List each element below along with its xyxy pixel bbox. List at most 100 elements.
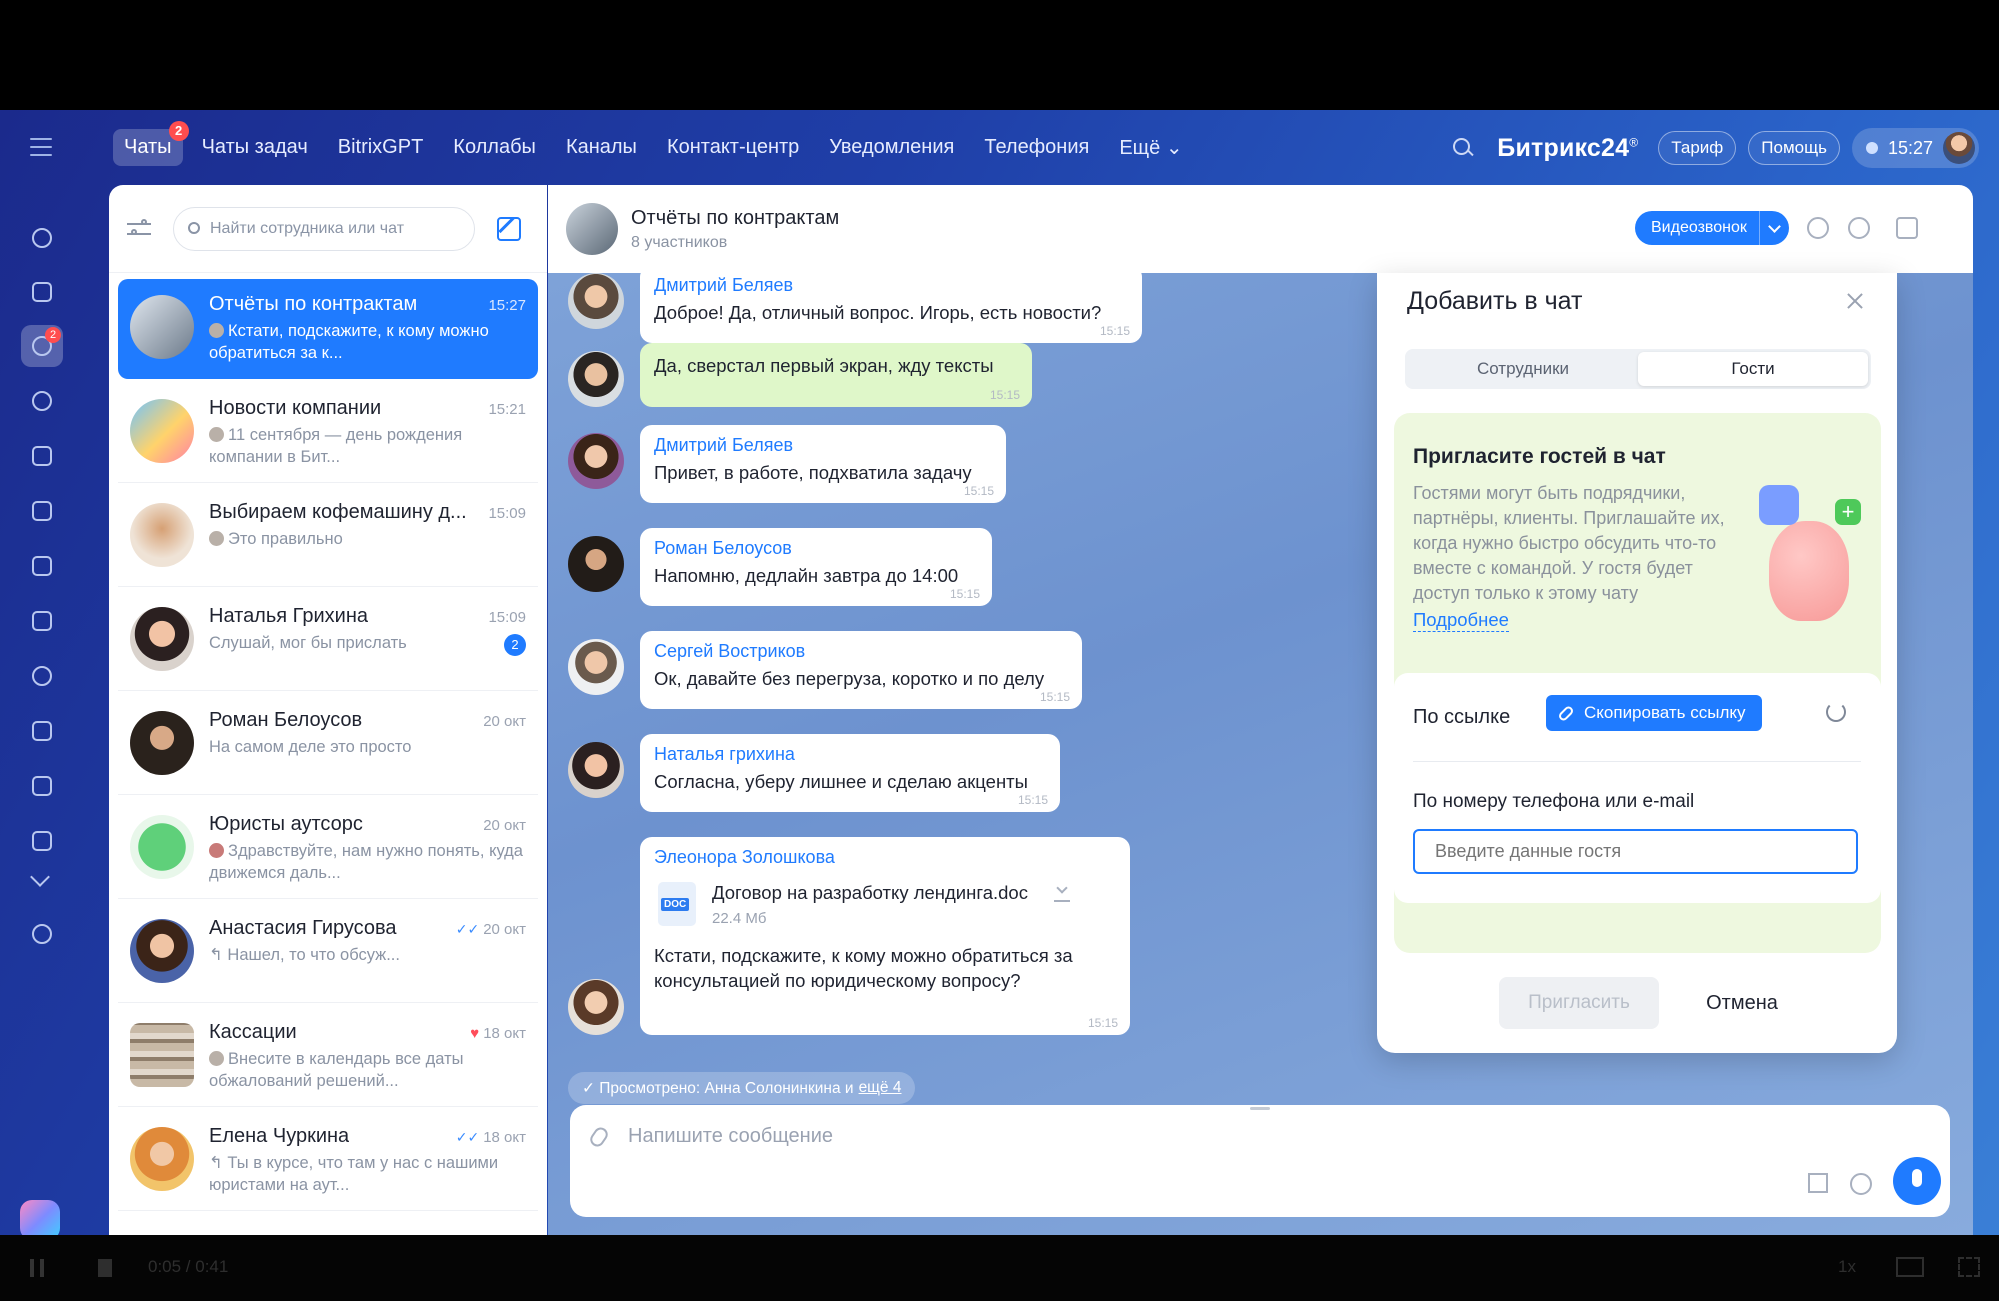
picture-in-picture-icon[interactable] [1896, 1257, 1924, 1277]
fullscreen-icon[interactable] [1958, 1257, 1980, 1277]
chat-item[interactable]: Кассации ♥ 18 окт Внесите в календарь все … [118, 1007, 538, 1107]
chat-item[interactable]: Наталья Грихина 15:09 2 Слушай, мог бы при… [118, 591, 538, 691]
attach-clip-icon[interactable] [587, 1124, 611, 1150]
message-avatar[interactable] [568, 639, 624, 695]
message-input[interactable]: Напишите сообщение [628, 1125, 833, 1148]
message-avatar[interactable] [568, 351, 624, 407]
tab-chats[interactable]: Чаты 2 [113, 120, 189, 166]
tab-employees[interactable]: Сотрудники [1408, 352, 1638, 386]
unread-badge: 2 [504, 634, 526, 656]
message-avatar[interactable] [568, 742, 624, 798]
copy-link-button[interactable]: Скопировать ссылку [1546, 695, 1762, 731]
playback-speed[interactable]: 1x [1838, 1257, 1856, 1277]
tab-telephony[interactable]: Телефония [973, 129, 1100, 166]
seen-more-link[interactable]: ещё 4 [859, 1079, 902, 1097]
tab-task-chats[interactable]: Чаты задач [191, 129, 319, 166]
message-avatar[interactable] [568, 433, 624, 489]
message-author[interactable]: Дмитрий Беляев [654, 275, 1128, 296]
tab-contact-center[interactable]: Контакт-центр [656, 129, 810, 166]
contacts-icon[interactable] [21, 655, 63, 697]
sign-icon[interactable] [21, 820, 63, 862]
sender-avatar [209, 843, 224, 858]
tasks-icon[interactable] [21, 271, 63, 313]
new-chat-icon[interactable] [497, 216, 521, 241]
drive-icon[interactable] [21, 545, 63, 587]
chat-item[interactable]: Анастасия Гирусова ✓✓ 20 окт ↰ Нашел, то ч… [118, 903, 538, 1003]
mail-icon[interactable] [21, 600, 63, 642]
chevron-down-icon[interactable] [1758, 211, 1789, 245]
chat-preview: Кстати, подскажите, к кому можно обратит… [209, 322, 489, 362]
filter-funnel-icon[interactable] [21, 765, 63, 807]
chat-item[interactable]: Роман Белоусов 20 окт На самом деле это п… [118, 695, 538, 795]
message-avatar[interactable] [568, 979, 624, 1035]
copilot-star-icon[interactable] [20, 1200, 60, 1235]
chat-item[interactable]: Выбираем кофемашину д... 15:09 Это правил… [118, 487, 538, 587]
groups-icon[interactable] [21, 380, 63, 422]
settings-gear-icon[interactable] [21, 913, 63, 955]
pause-icon[interactable] [30, 1259, 44, 1277]
add-member-icon[interactable] [1807, 217, 1829, 239]
calendar-icon[interactable] [21, 435, 63, 477]
volume-icon[interactable] [98, 1259, 112, 1277]
message-author[interactable]: Сергей Востриков [654, 641, 1068, 662]
refresh-icon[interactable] [1826, 702, 1846, 722]
chevron-down-icon[interactable] [30, 867, 50, 887]
message-author[interactable]: Дмитрий Беляев [654, 435, 992, 456]
file-type-label: DOC [661, 898, 690, 911]
help-button[interactable]: Помощь [1748, 131, 1840, 165]
resize-handle[interactable] [1250, 1107, 1270, 1110]
tab-guests[interactable]: Гости [1638, 352, 1868, 386]
invite-title: Пригласите гостей в чат [1413, 445, 1666, 468]
tab-bitrixgpt[interactable]: BitrixGPT [327, 129, 435, 166]
tab-collabs[interactable]: Коллабы [442, 129, 547, 166]
video-call-button[interactable]: Видеозвонок [1635, 211, 1789, 245]
filter-icon[interactable] [127, 218, 153, 239]
message-author[interactable]: Наталья грихина [654, 744, 1046, 765]
tab-channels[interactable]: Каналы [555, 129, 648, 166]
message: Сергей Востриков Ок, давайте без перегру… [568, 631, 1082, 709]
emoji-icon[interactable] [1850, 1173, 1872, 1195]
chat-title[interactable]: Отчёты по контрактам [631, 207, 839, 230]
message-text: Да, сверстал первый экран, жду тексты [654, 355, 994, 376]
file-name[interactable]: Договор на разработку лендинга.doc [712, 882, 1028, 904]
message-avatar[interactable] [568, 536, 624, 592]
search-icon[interactable] [1451, 136, 1475, 160]
learn-more-link[interactable]: Подробнее [1413, 609, 1509, 632]
tab-more[interactable]: Ещё ⌄ [1108, 128, 1193, 167]
chat-search-input[interactable]: Найти сотрудника или чат [173, 206, 475, 251]
tab-notifications[interactable]: Уведомления [818, 129, 965, 166]
message-time: 15:15 [963, 484, 994, 498]
feed-icon[interactable] [21, 217, 63, 259]
chat-item[interactable]: Новости компании 15:21 11 сентября — день… [118, 383, 538, 483]
chat-name: Роман Белоусов [209, 709, 363, 731]
chat-item[interactable]: Юристы аутсорс 20 окт Здравствуйте, нам н… [118, 799, 538, 899]
menu-icon[interactable] [30, 138, 52, 156]
chat-item[interactable]: Елена Чуркина ✓✓ 18 окт ↰ Ты в курсе, что … [118, 1111, 538, 1211]
close-icon[interactable] [1845, 291, 1865, 311]
chats-icon[interactable]: 2 [21, 325, 63, 367]
cancel-button[interactable]: Отмена [1677, 977, 1807, 1029]
chat-item[interactable]: Отчёты по контрактам 15:27 Кстати, подска… [118, 279, 538, 379]
apps-grid-icon[interactable] [1808, 1173, 1828, 1193]
chat-header-avatar[interactable] [566, 203, 618, 255]
worktime-clock[interactable]: 15:27 [1851, 128, 1979, 168]
checklist-icon[interactable] [21, 710, 63, 752]
chat-name: Елена Чуркина [209, 1125, 350, 1147]
user-avatar[interactable] [1943, 132, 1975, 164]
message-author[interactable]: Элеонора Золошкова [654, 847, 1116, 868]
tariff-button[interactable]: Тариф [1658, 131, 1737, 165]
invite-description: Гостями могут быть подрядчики, партнёры,… [1413, 483, 1725, 603]
chat-members-count[interactable]: 8 участников [631, 234, 839, 252]
file-attachment[interactable]: DOC Договор на разработку лендинга.doc 2… [654, 882, 1116, 927]
documents-icon[interactable] [21, 490, 63, 532]
sidebar-panel-icon[interactable] [1896, 217, 1918, 239]
brand-logo[interactable]: Битрикс24® [1497, 134, 1638, 163]
message-avatar[interactable] [568, 273, 624, 329]
guest-contact-input[interactable] [1413, 829, 1858, 874]
message-author[interactable]: Роман Белоусов [654, 538, 978, 559]
invite-button[interactable]: Пригласить [1499, 977, 1659, 1029]
search-icon[interactable] [1848, 217, 1870, 239]
download-icon[interactable] [1053, 886, 1070, 902]
chat-name: Юристы аутсорс [209, 813, 363, 835]
microphone-button[interactable] [1893, 1157, 1941, 1205]
